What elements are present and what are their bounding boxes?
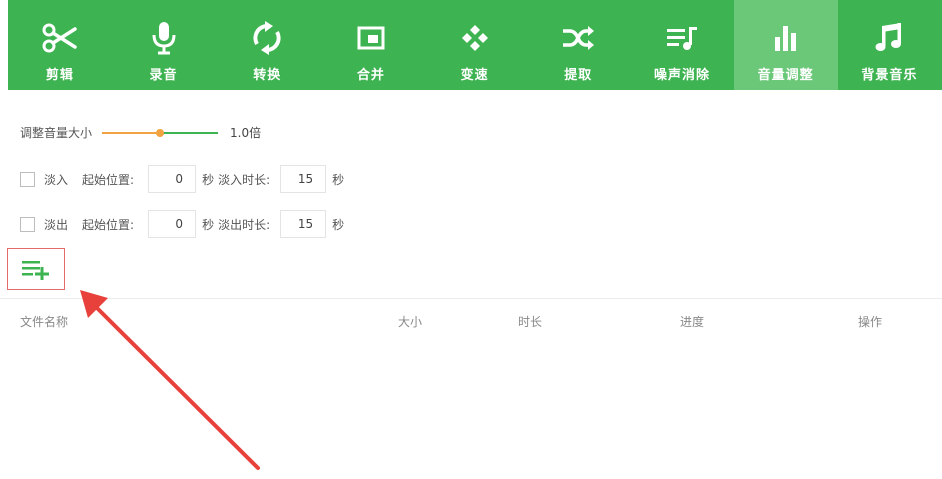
annotation-arrow [80,290,260,470]
